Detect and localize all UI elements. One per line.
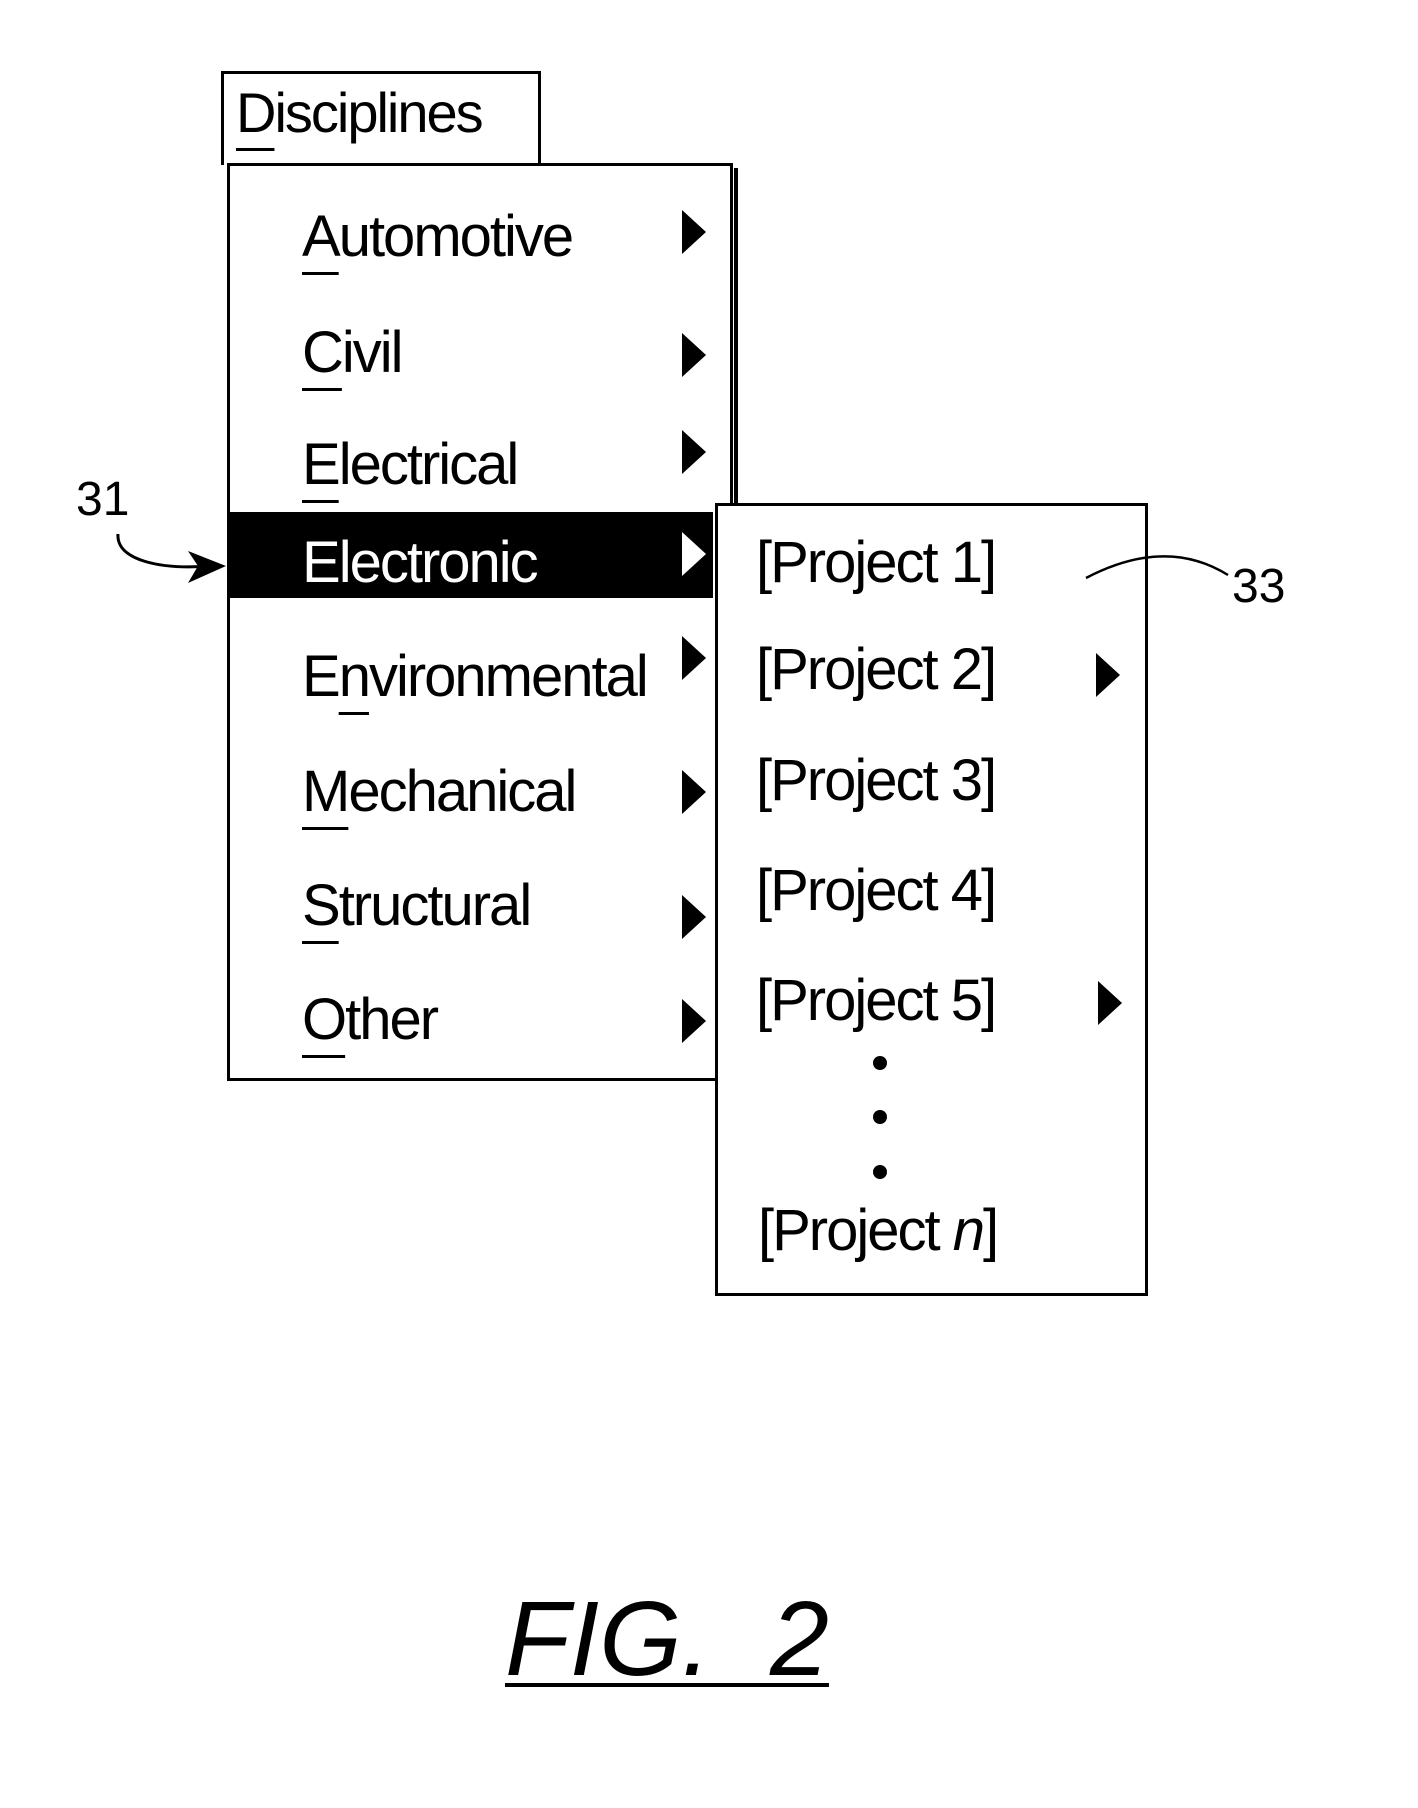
figure-label: FIG. 2: [505, 1580, 829, 1698]
annotation-leaders: [116, 533, 1229, 583]
leader-line-33: [1085, 555, 1229, 580]
reference-numeral-33: 33: [1232, 560, 1286, 613]
